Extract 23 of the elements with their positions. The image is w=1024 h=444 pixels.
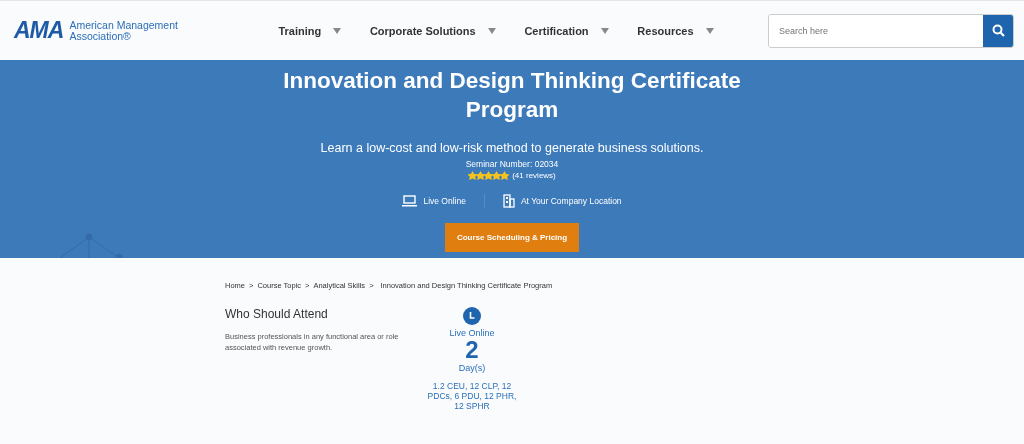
format-label: Live Online <box>449 328 495 338</box>
format-label: At Your Company Location <box>520 196 622 206</box>
nav-menu[interactable]: Training <box>278 24 342 37</box>
review-count[interactable]: (41 reviews) <box>512 171 556 180</box>
building-icon <box>502 194 515 208</box>
seminar-number: Seminar Number: 02034 <box>465 159 559 169</box>
search-field[interactable]: Search here <box>768 13 1014 48</box>
search-icon <box>991 24 1005 37</box>
nav-menu[interactable]: Certification <box>524 24 609 37</box>
course-title: Innovation and Design Thinking Certificate Program <box>282 67 742 124</box>
logo-mark[interactable]: AMA <box>14 17 64 44</box>
section-heading: Who Should Attend <box>225 307 329 321</box>
credits-text: 1.2 CEU, 12 CLP, 12 PDCs, 6 PDU, 12 PHR, 12 SPHR <box>426 381 518 411</box>
nav-menu[interactable]: Corporate Solutions <box>369 24 496 37</box>
clock-icon <box>463 307 481 325</box>
logo-text[interactable]: American Management Association® <box>69 19 178 42</box>
search-button[interactable] <box>983 14 1013 47</box>
format-label: Live Online <box>423 196 466 206</box>
nav-menu[interactable]: Resources <box>637 24 714 37</box>
duration-unit: Day(s) <box>458 363 486 373</box>
duration-number: 2 <box>465 338 479 362</box>
laptop-icon <box>402 195 418 207</box>
course-subtitle: Learn a low-cost and low-risk method to generate business solutions. <box>320 141 704 155</box>
